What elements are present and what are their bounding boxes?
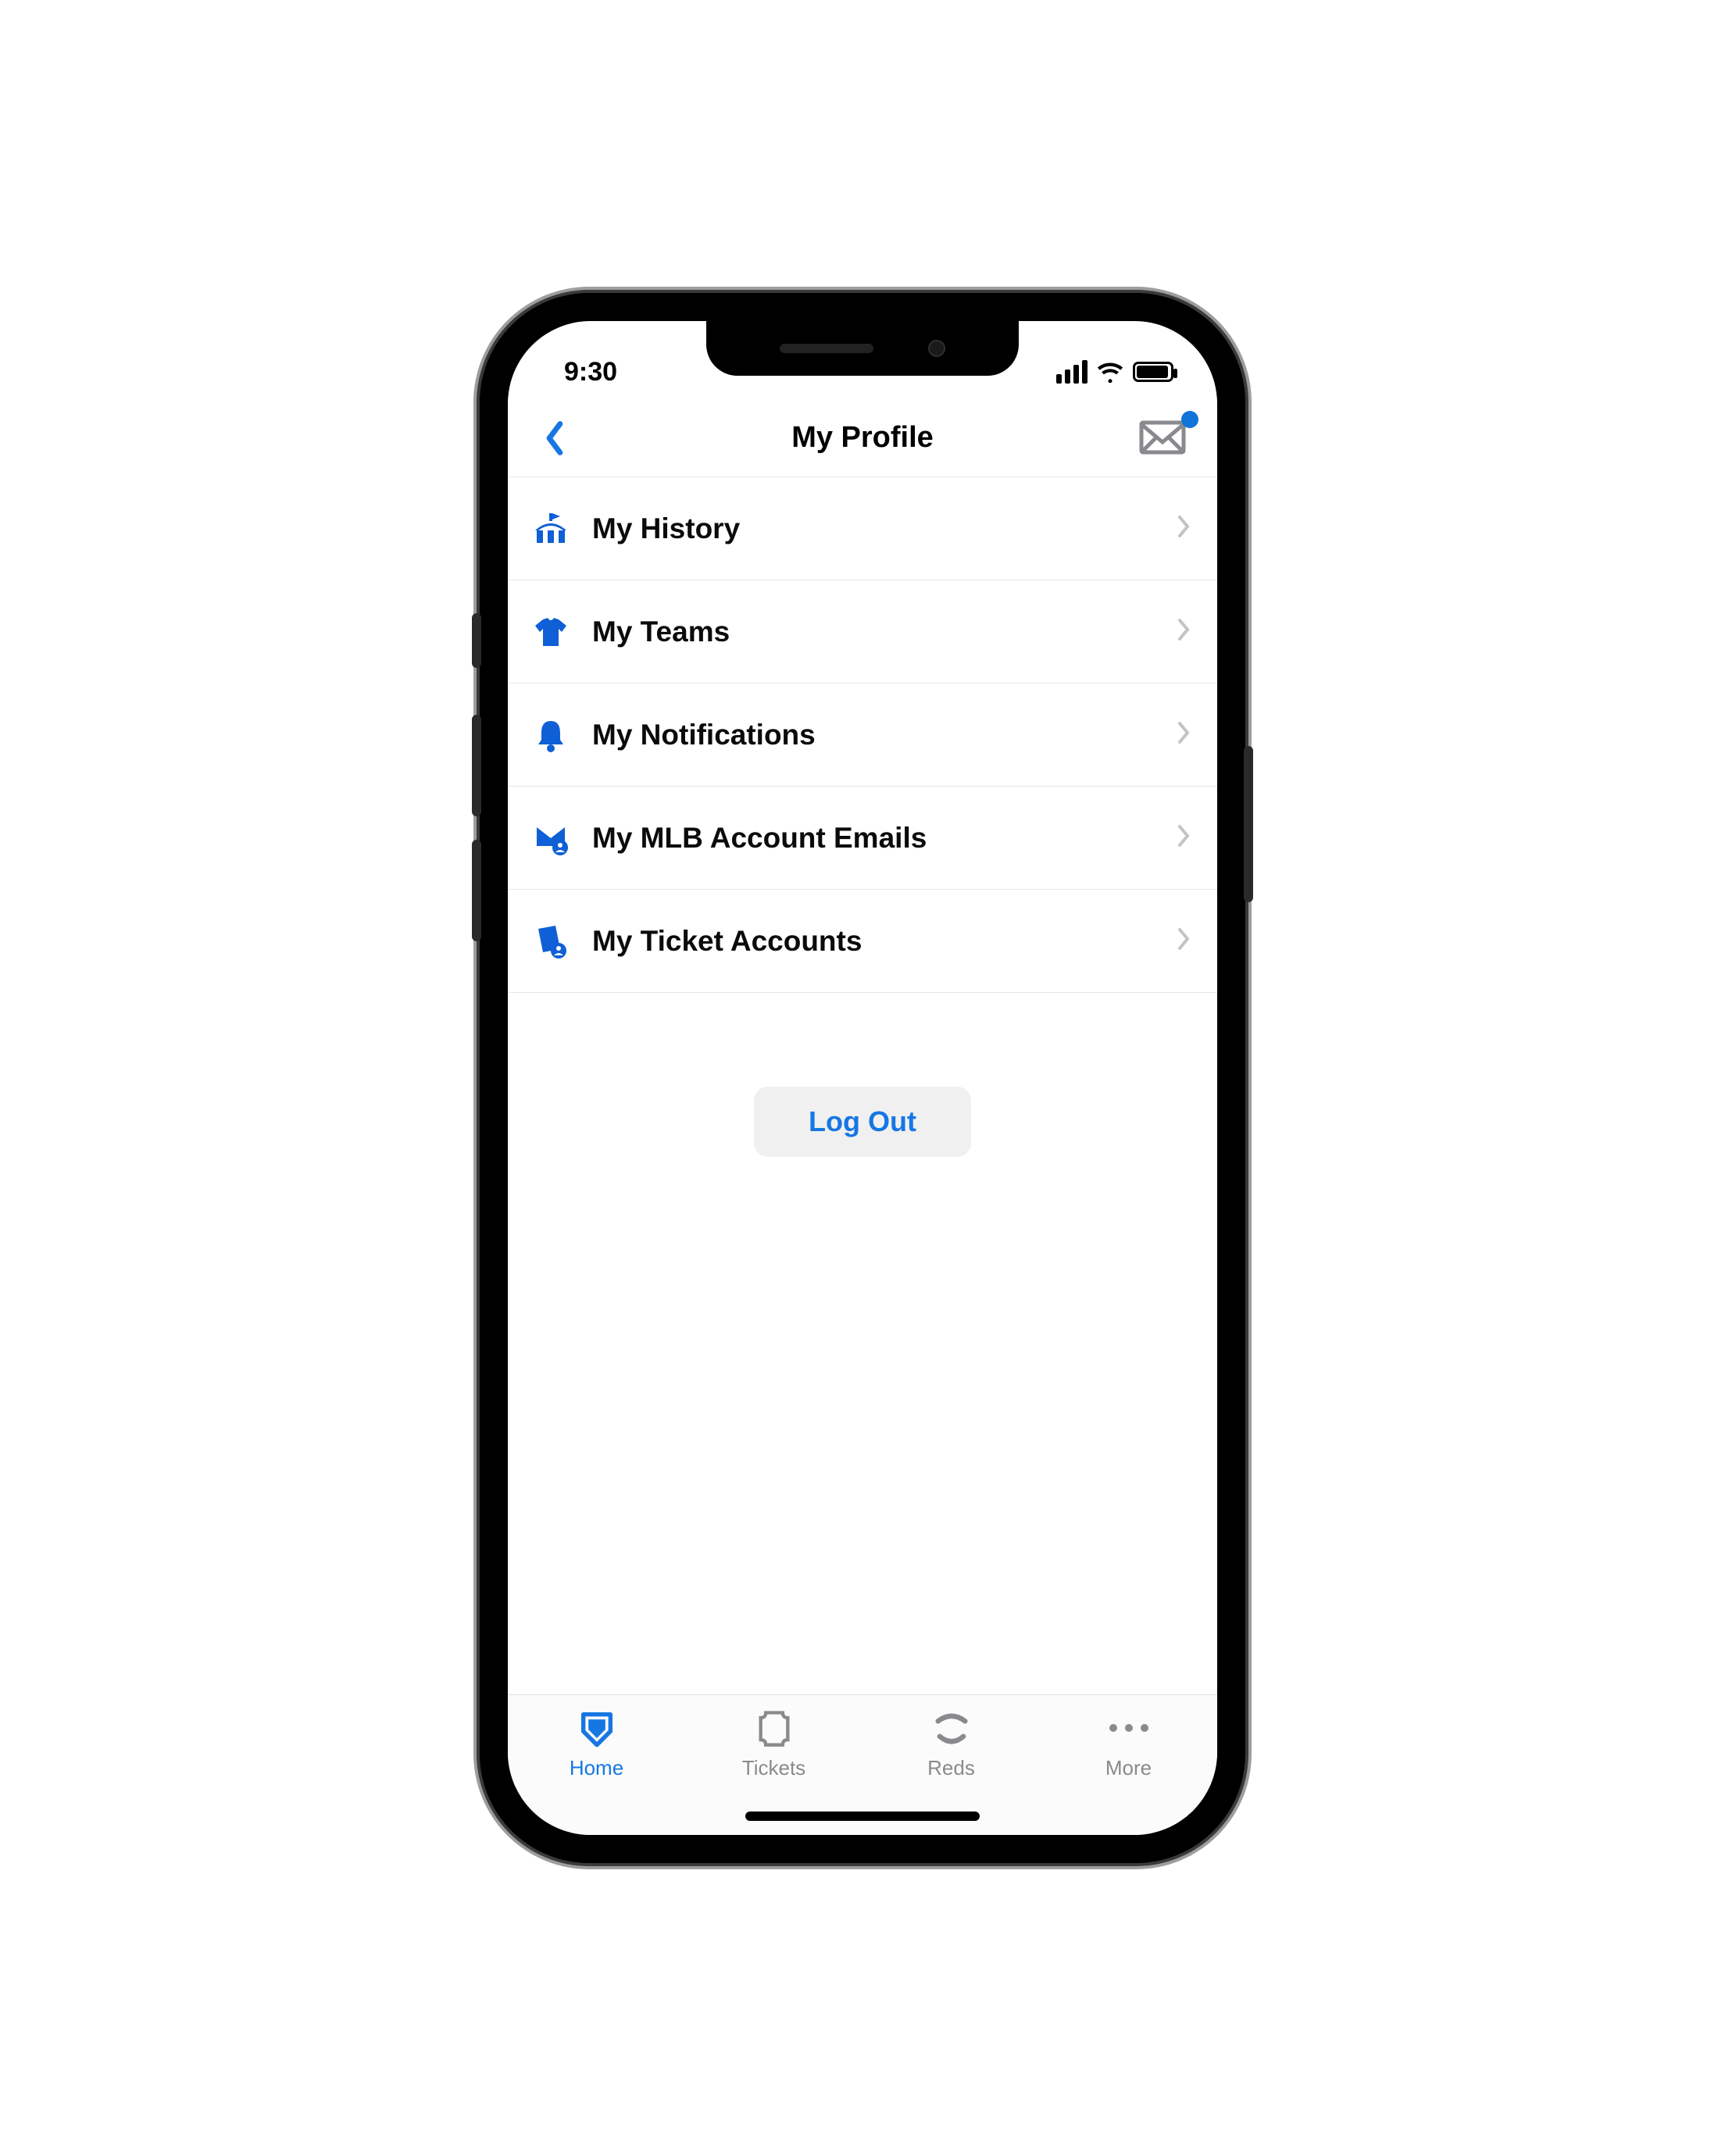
tickets-icon xyxy=(754,1706,795,1750)
logout-container: Log Out xyxy=(508,1087,1217,1157)
earpiece-speaker xyxy=(780,344,873,353)
menu-item-my-ticket-accounts[interactable]: My Ticket Accounts xyxy=(508,890,1217,993)
inbox-button[interactable] xyxy=(1139,419,1191,458)
menu-item-my-teams[interactable]: My Teams xyxy=(508,580,1217,684)
menu-item-label: My Ticket Accounts xyxy=(592,925,1155,958)
status-time: 9:30 xyxy=(564,357,617,387)
menu-item-my-notifications[interactable]: My Notifications xyxy=(508,684,1217,787)
tab-label: Tickets xyxy=(742,1756,805,1780)
menu-item-label: My Notifications xyxy=(592,719,1155,751)
screen: 9:30 My Profile xyxy=(508,321,1217,1835)
notification-dot-icon xyxy=(1181,411,1198,428)
email-account-icon xyxy=(531,819,570,858)
battery-icon xyxy=(1133,362,1173,382)
tab-label: More xyxy=(1105,1756,1152,1780)
menu-item-my-mlb-account-emails[interactable]: My MLB Account Emails xyxy=(508,787,1217,890)
nav-header: My Profile xyxy=(508,399,1217,477)
status-indicators xyxy=(1056,359,1173,385)
chevron-right-icon xyxy=(1177,927,1191,955)
tab-label: Reds xyxy=(927,1756,975,1780)
cellular-signal-icon xyxy=(1056,360,1088,384)
page-title: My Profile xyxy=(791,421,934,455)
profile-menu-list: My History My Teams My Notifications xyxy=(508,477,1217,993)
tab-more[interactable]: More xyxy=(1040,1706,1217,1835)
phone-mock: 9:30 My Profile xyxy=(480,293,1245,1863)
volume-up-button xyxy=(472,715,481,816)
chevron-left-icon xyxy=(543,420,566,456)
wifi-icon xyxy=(1097,359,1123,385)
bell-icon xyxy=(531,716,570,755)
tab-label: Home xyxy=(570,1756,623,1780)
jersey-icon xyxy=(531,612,570,651)
menu-item-label: My Teams xyxy=(592,616,1155,648)
envelope-icon xyxy=(1139,419,1186,455)
more-dots-icon xyxy=(1109,1706,1148,1750)
front-camera xyxy=(928,340,945,357)
chevron-right-icon xyxy=(1177,618,1191,645)
tab-home[interactable]: Home xyxy=(508,1706,685,1835)
chevron-right-icon xyxy=(1177,721,1191,748)
notch xyxy=(706,321,1019,376)
menu-item-label: My MLB Account Emails xyxy=(592,822,1155,855)
home-indicator[interactable] xyxy=(745,1812,980,1821)
mute-switch xyxy=(472,613,481,668)
reds-logo-icon xyxy=(931,1706,972,1750)
chevron-right-icon xyxy=(1177,515,1191,542)
home-plate-icon xyxy=(577,1706,617,1750)
power-button xyxy=(1244,746,1253,902)
back-button[interactable] xyxy=(531,415,578,462)
volume-down-button xyxy=(472,840,481,941)
stadium-icon xyxy=(531,509,570,548)
menu-item-label: My History xyxy=(592,512,1155,545)
ticket-account-icon xyxy=(531,922,570,961)
chevron-right-icon xyxy=(1177,824,1191,851)
menu-item-my-history[interactable]: My History xyxy=(508,477,1217,580)
log-out-button[interactable]: Log Out xyxy=(754,1087,971,1157)
